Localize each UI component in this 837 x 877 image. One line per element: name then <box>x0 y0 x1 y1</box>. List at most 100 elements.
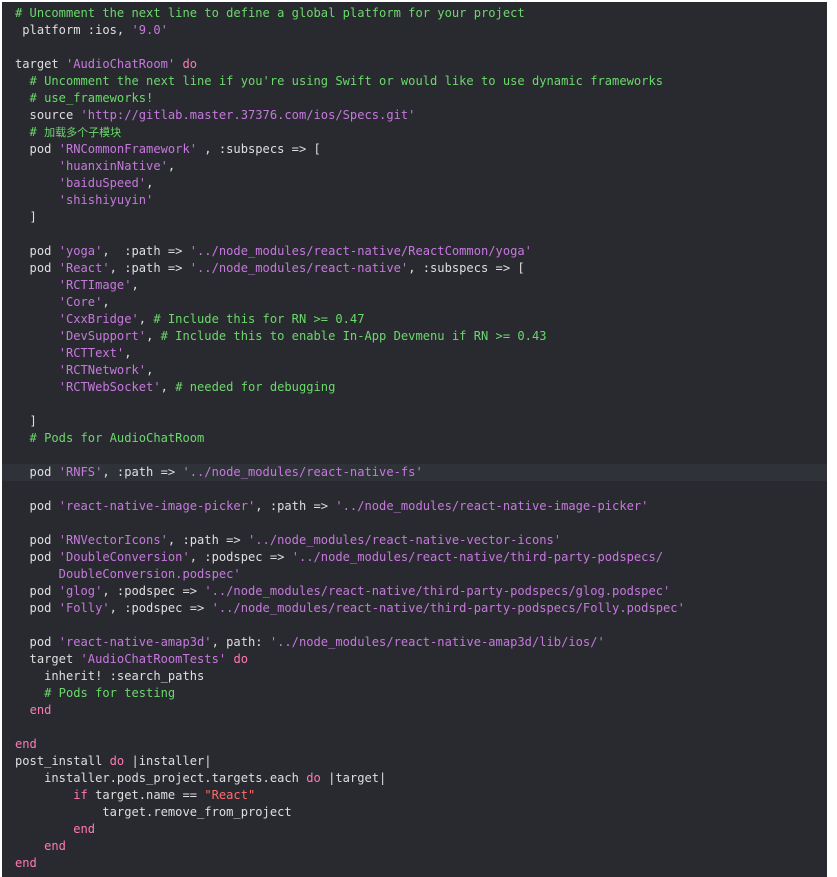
code-token-string: 'Folly' <box>58 601 110 615</box>
code-line[interactable]: pod 'react-native-image-picker', :path =… <box>2 498 827 515</box>
code-line[interactable]: pod 'Folly', :podspec => '../node_module… <box>2 600 827 617</box>
code-token-plain: target <box>15 652 81 666</box>
code-line[interactable]: end <box>2 821 827 838</box>
code-token-string: 'AudioChatRoomTests' <box>80 652 227 666</box>
code-token-string: 'shishiyuyin' <box>58 193 154 207</box>
code-token-string: 'RCTWebSocket' <box>58 380 161 394</box>
code-token-comment: 加载多个子模块 <box>44 126 122 139</box>
code-token-string: 'yoga' <box>58 244 103 258</box>
code-line[interactable] <box>2 39 827 56</box>
code-token-comment: # Include this to enable In-App Devmenu … <box>160 329 547 343</box>
code-token-string: "React" <box>204 788 256 802</box>
code-line[interactable]: inherit! :search_paths <box>2 668 827 685</box>
code-token-comment: # <box>15 125 45 139</box>
code-token-plain: platform :ios, <box>15 23 132 37</box>
code-token-string: '9.0' <box>131 23 168 37</box>
code-line[interactable]: DoubleConversion.podspec' <box>2 566 827 583</box>
code-token-string: '../node_modules/react-native-vector-ico… <box>248 533 562 547</box>
code-line[interactable]: pod 'RNCommonFramework' , :subspecs => [ <box>2 141 827 158</box>
code-line[interactable] <box>2 719 827 736</box>
code-token-plain: , :subspecs => [ <box>408 261 525 275</box>
code-line[interactable] <box>2 515 827 532</box>
code-line[interactable]: ] <box>2 209 827 226</box>
code-token-string: '../node_modules/react-native' <box>189 261 409 275</box>
code-line[interactable] <box>2 481 827 498</box>
code-token-plain: , :subspecs => [ <box>197 142 321 156</box>
code-token-string: 'RNVectorIcons' <box>58 533 168 547</box>
code-line[interactable] <box>2 226 827 243</box>
code-token-plain: , <box>160 380 176 394</box>
code-token-plain: , <box>146 363 154 377</box>
code-line[interactable]: # Uncomment the next line to define a gl… <box>2 5 827 22</box>
code-token-string: 'Core' <box>58 295 103 309</box>
code-token-plain: pod <box>15 465 59 479</box>
code-line[interactable] <box>2 396 827 413</box>
code-line[interactable]: pod 'RNVectorIcons', :path => '../node_m… <box>2 532 827 549</box>
code-line[interactable]: 'baiduSpeed', <box>2 175 827 192</box>
code-line[interactable]: 'RCTWebSocket', # needed for debugging <box>2 379 827 396</box>
code-token-plain: , <box>131 278 139 292</box>
code-token-keyword: do <box>306 771 321 785</box>
code-token-string: 'RCTNetwork' <box>58 363 147 377</box>
code-token-string: 'baiduSpeed' <box>58 176 147 190</box>
code-line[interactable]: platform :ios, '9.0' <box>2 22 827 39</box>
code-line[interactable]: end <box>2 702 827 719</box>
code-line[interactable] <box>2 617 827 634</box>
code-line[interactable]: end <box>2 838 827 855</box>
code-token-plain: pod <box>15 550 59 564</box>
code-token-comment: # Uncomment the next line to define a gl… <box>15 6 525 20</box>
code-text-area[interactable]: # Uncomment the next line to define a gl… <box>2 2 827 872</box>
code-line[interactable]: ] <box>2 413 827 430</box>
code-line[interactable]: post_install do |installer| <box>2 753 827 770</box>
code-line[interactable]: 'DevSupport', # Include this to enable I… <box>2 328 827 345</box>
code-line[interactable]: target.remove_from_project <box>2 804 827 821</box>
code-line[interactable]: 'RCTText', <box>2 345 827 362</box>
code-token-plain: pod <box>15 584 59 598</box>
code-line[interactable]: pod 'glog', :podspec => '../node_modules… <box>2 583 827 600</box>
code-token-plain: |target| <box>320 771 387 785</box>
code-token-string: 'huanxinNative' <box>58 159 168 173</box>
code-token-plain: |installer| <box>124 754 212 768</box>
code-editor[interactable]: # Uncomment the next line to define a gl… <box>2 2 827 877</box>
code-line[interactable]: 'CxxBridge', # Include this for RN >= 0.… <box>2 311 827 328</box>
code-token-keyword: end <box>29 703 52 717</box>
code-line[interactable]: end <box>2 736 827 753</box>
code-line[interactable]: # Pods for testing <box>2 685 827 702</box>
code-token-keyword: if <box>73 788 88 802</box>
code-line[interactable] <box>2 447 827 464</box>
code-token-plain: post_install <box>15 754 110 768</box>
code-token-plain: pod <box>15 533 59 547</box>
code-token-comment: # needed for debugging <box>175 380 336 394</box>
code-line[interactable]: # use_frameworks! <box>2 90 827 107</box>
code-line[interactable]: source 'http://gitlab.master.37376.com/i… <box>2 107 827 124</box>
code-line[interactable]: end <box>2 855 827 872</box>
code-line[interactable]: installer.pods_project.targets.each do |… <box>2 770 827 787</box>
code-line[interactable]: # Pods for AudioChatRoom <box>2 430 827 447</box>
code-token-string: DoubleConversion.podspec' <box>15 567 241 581</box>
code-line[interactable]: 'Core', <box>2 294 827 311</box>
code-line[interactable]: 'RCTNetwork', <box>2 362 827 379</box>
code-line[interactable]: target 'AudioChatRoom' do <box>2 56 827 73</box>
code-token-string: 'http://gitlab.master.37376.com/ios/Spec… <box>80 108 416 122</box>
code-line[interactable]: pod 'yoga', :path => '../node_modules/re… <box>2 243 827 260</box>
code-line[interactable]: pod 'DoubleConversion', :podspec => '../… <box>2 549 827 566</box>
code-line[interactable]: 'shishiyuyin' <box>2 192 827 209</box>
code-line[interactable]: pod 'react-native-amap3d', path: '../nod… <box>2 634 827 651</box>
code-line[interactable]: if target.name == "React" <box>2 787 827 804</box>
code-line[interactable]: pod 'React', :path => '../node_modules/r… <box>2 260 827 277</box>
code-line[interactable]: target 'AudioChatRoomTests' do <box>2 651 827 668</box>
code-line-current[interactable]: pod 'RNFS', :path => '../node_modules/re… <box>2 464 827 481</box>
code-line[interactable]: 'RCTImage', <box>2 277 827 294</box>
code-token-plain: pod <box>15 261 59 275</box>
code-line[interactable]: 'huanxinNative', <box>2 158 827 175</box>
code-token-string: 'glog' <box>58 584 103 598</box>
code-line[interactable]: # 加载多个子模块 <box>2 124 827 141</box>
code-line[interactable]: # Uncomment the next line if you're usin… <box>2 73 827 90</box>
